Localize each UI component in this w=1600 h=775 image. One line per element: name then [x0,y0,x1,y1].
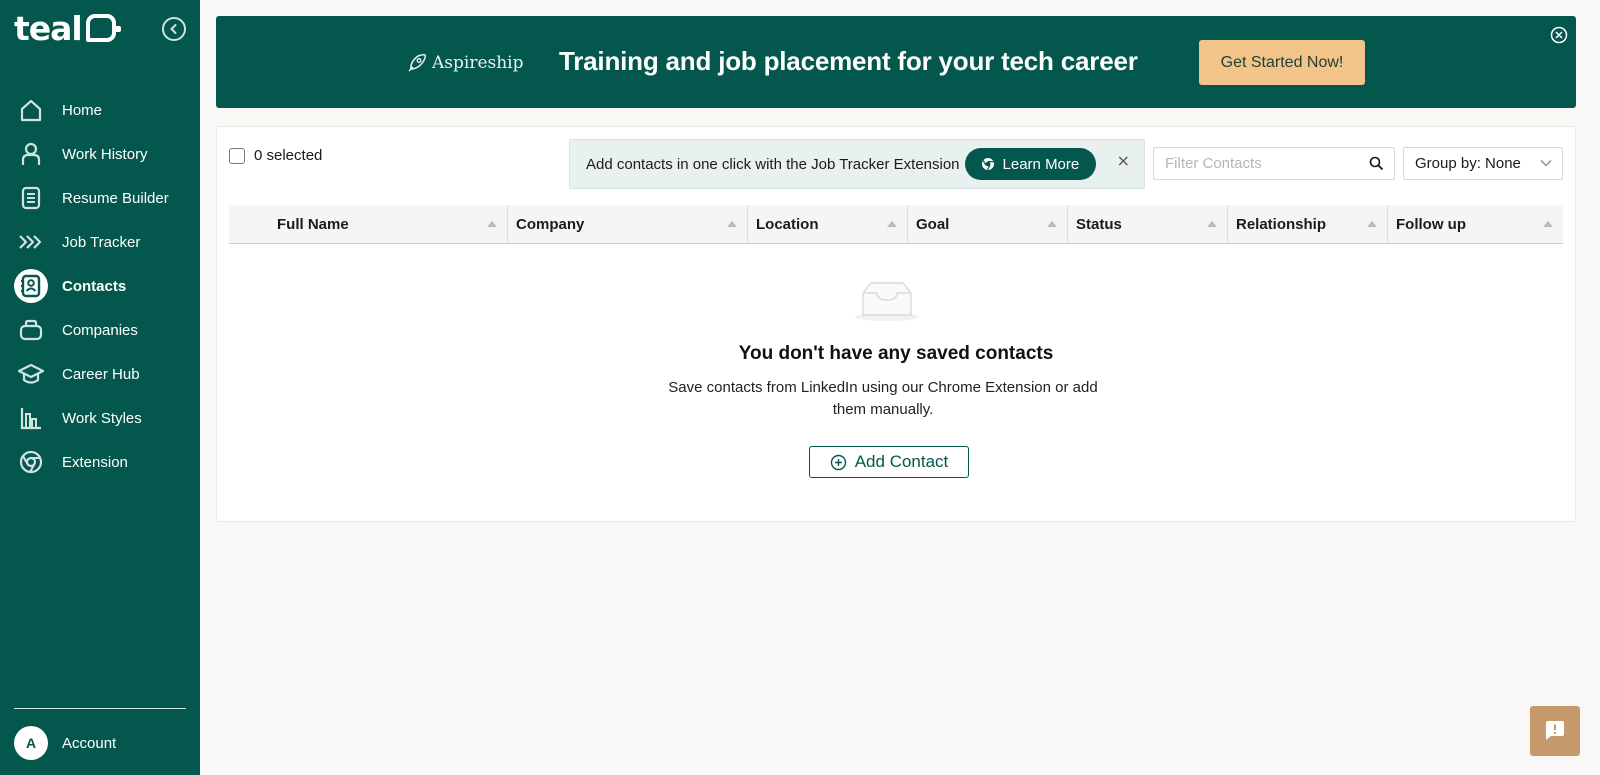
column-header-relationship[interactable]: Relationship [1228,205,1388,244]
document-icon [14,181,48,215]
column-header-company[interactable]: Company [508,205,748,244]
feedback-icon [1546,721,1564,740]
collapse-sidebar-button[interactable] [162,17,186,41]
sidebar-item-work-history[interactable]: Work History [14,132,190,176]
graduation-cap-icon [14,357,48,391]
column-label: Relationship [1236,216,1327,233]
sidebar-item-label: Job Tracker [62,233,141,251]
selected-count: 0 selected [254,147,323,164]
sidebar-item-label: Work Styles [62,409,142,427]
learn-more-label: Learn More [1002,155,1080,173]
sidebar-item-label: Companies [62,321,138,339]
close-circle-icon [1550,26,1568,44]
chevrons-right-icon [14,225,48,259]
sort-arrow-icon [727,221,737,227]
column-header-follow-up[interactable]: Follow up [1388,205,1563,244]
sort-arrow-icon [887,221,897,227]
sidebar-item-contacts[interactable]: Contacts [14,264,190,308]
column-label: Company [516,216,585,233]
contact-book-icon [14,269,48,303]
chrome-icon [14,445,48,479]
avatar: A [14,726,48,760]
contacts-panel: 0 selected Add contacts in one click wit… [216,126,1576,522]
banner-headline: Training and job placement for your tech… [559,46,1138,76]
sidebar-item-label: Home [62,101,103,119]
sidebar-item-label: Extension [62,453,128,471]
filter-contacts [1153,147,1395,180]
logo-mark-icon [85,14,121,42]
person-icon [14,137,48,171]
sort-arrow-icon [1207,221,1217,227]
promo-close-button[interactable]: × [1117,151,1130,170]
column-header-full-name[interactable]: Full Name [229,205,508,244]
sort-arrow-icon [487,221,497,227]
sidebar-item-label: Career Hub [62,365,140,383]
banner-close-button[interactable] [1550,26,1568,44]
sidebar-item-companies[interactable]: Companies [14,308,190,352]
sidebar-item-extension[interactable]: Extension [14,440,190,484]
filter-contacts-input[interactable] [1165,155,1365,172]
brand-name: Aspireship [432,53,524,73]
group-by-select[interactable]: Group by: None [1403,147,1563,180]
select-all: 0 selected [229,147,322,164]
sidebar-item-label: Contacts [62,277,127,295]
sidebar-item-work-styles[interactable]: Work Styles [14,396,190,440]
account-label: Account [62,734,117,752]
sort-arrow-icon [1367,221,1377,227]
logo-text: teal [14,8,83,48]
promo-text: Add contacts in one click with the Job T… [586,155,960,173]
teal-logo[interactable]: teal [14,8,121,48]
sidebar-item-job-tracker[interactable]: Job Tracker [14,220,190,264]
home-icon [14,93,48,127]
feedback-button[interactable] [1530,706,1580,756]
bar-chart-icon [14,401,48,435]
empty-state-title: You don't have any saved contacts [738,343,1054,364]
column-label: Follow up [1396,216,1466,233]
plus-circle-icon [830,454,846,470]
add-contact-button[interactable]: Add Contact [809,446,969,478]
column-header-status[interactable]: Status [1068,205,1228,244]
sidebar-nav: Home Work History Resume Builder Job Tra… [14,88,190,484]
chrome-icon [981,158,994,171]
group-by-value: Group by: None [1415,155,1521,172]
sidebar-item-resume-builder[interactable]: Resume Builder [14,176,190,220]
chevron-down-icon [1540,160,1552,167]
sidebar-divider [14,708,186,709]
account-menu[interactable]: A Account [14,726,116,760]
column-header-location[interactable]: Location [748,205,908,244]
sidebar: teal Home Work History Resume Builder Jo… [0,0,200,775]
sort-arrow-icon [1047,221,1057,227]
learn-more-button[interactable]: Learn More [964,148,1097,180]
promo-banner: Aspireship Training and job placement fo… [216,16,1576,108]
aspireship-logo[interactable]: Aspireship [406,52,524,74]
get-started-button[interactable]: Get Started Now! [1199,40,1365,85]
sort-arrow-icon [1543,221,1553,227]
add-contact-label: Add Contact [854,452,949,471]
column-label: Full Name [277,216,349,233]
column-header-goal[interactable]: Goal [908,205,1068,244]
column-label: Status [1076,216,1122,233]
sidebar-item-career-hub[interactable]: Career Hub [14,352,190,396]
search-icon[interactable] [1369,156,1384,171]
column-label: Goal [916,216,950,233]
rocket-icon [408,53,426,72]
sidebar-item-label: Resume Builder [62,189,169,207]
extension-promo: Add contacts in one click with the Job T… [569,139,1145,189]
contacts-table-header: Full Name Company Location Goal Status R… [229,205,1563,244]
select-all-checkbox[interactable] [229,147,245,164]
empty-inbox-icon [855,282,919,321]
sidebar-item-home[interactable]: Home [14,88,190,132]
empty-state-description: Save contacts from LinkedIn using our Ch… [668,379,1098,418]
chevron-left-icon [170,24,177,34]
briefcase-icon [14,313,48,347]
sidebar-item-label: Work History [62,145,148,163]
column-label: Location [756,216,819,233]
